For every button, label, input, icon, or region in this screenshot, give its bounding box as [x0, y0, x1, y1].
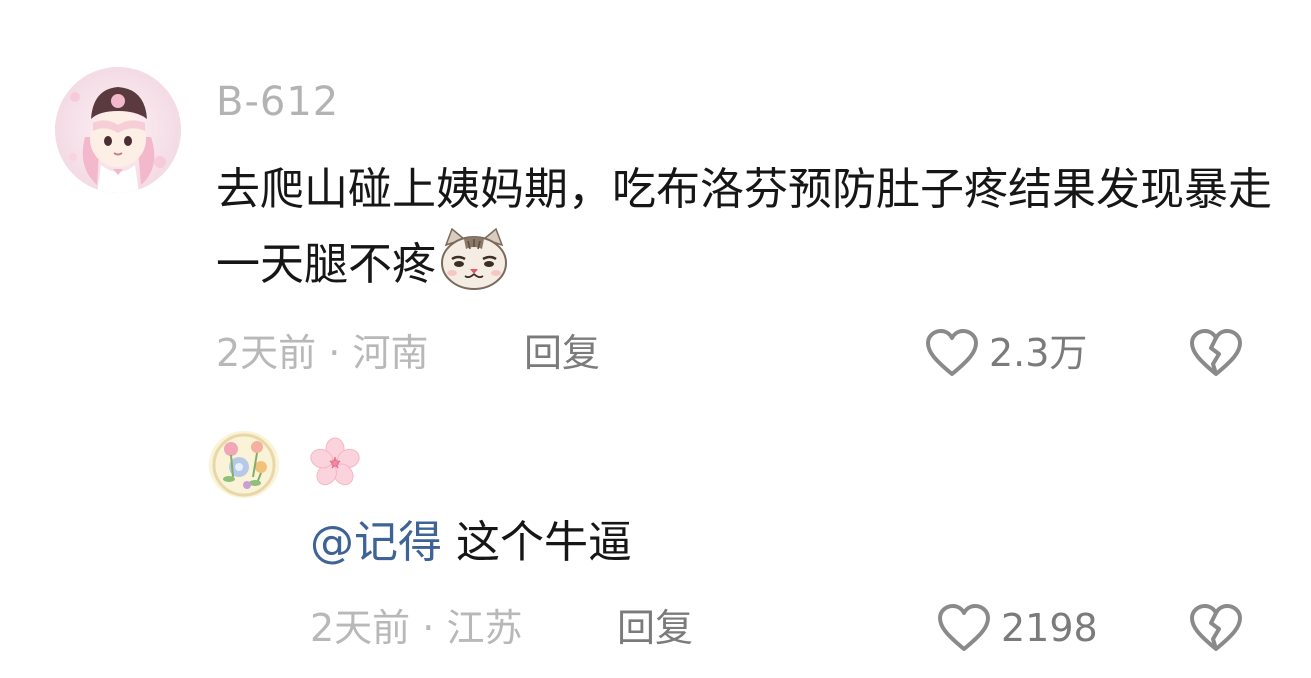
reply-body: @记得 这个牛逼 — [310, 513, 632, 573]
reply-avatar[interactable] — [209, 431, 279, 498]
flower-avatar-icon — [209, 431, 279, 498]
like-count: 2.3万 — [989, 331, 1088, 375]
comment-body: 去爬山碰上姨妈期，吃布洛芬预防肚子疼结果发现暴走一天腿不疼 — [216, 152, 1276, 302]
comment-thread: B-612 去爬山碰上姨妈期，吃布洛芬预防肚子疼结果发现暴走一天腿不疼 2天前 … — [0, 0, 1311, 678]
reply-like-button[interactable]: 2198 — [937, 603, 1098, 653]
comment-meta: 2天前 · 河南 — [216, 328, 428, 378]
comment-time: 2天前 — [216, 331, 317, 375]
reply-text: 这个牛逼 — [442, 517, 632, 568]
meta-separator: · — [328, 331, 341, 375]
heart-outline-icon — [938, 604, 990, 651]
anime-girl-avatar-icon — [55, 67, 181, 193]
heart-outline-icon — [926, 329, 978, 376]
reply-reply-button[interactable]: 回复 — [617, 603, 693, 653]
cat-face-emoji-icon — [441, 227, 507, 290]
comment-text: 去爬山碰上姨妈期，吃布洛芬预防肚子疼结果发现暴走一天腿不疼 — [216, 164, 1272, 290]
sakura-flower-icon[interactable] — [309, 437, 361, 489]
meta-separator: · — [422, 606, 435, 650]
reply-like-count: 2198 — [1001, 606, 1098, 650]
reply-dislike-button[interactable] — [1189, 603, 1243, 657]
reply-meta: 2天前 · 江苏 — [310, 603, 522, 653]
mention-link[interactable]: @记得 — [310, 517, 442, 568]
avatar[interactable] — [55, 67, 181, 193]
broken-heart-icon — [1190, 329, 1242, 376]
reply-time: 2天前 — [310, 606, 411, 650]
comment-username[interactable]: B-612 — [216, 76, 339, 128]
reply-location: 江苏 — [446, 606, 523, 650]
dislike-button[interactable] — [1189, 328, 1243, 382]
like-button[interactable]: 2.3万 — [925, 328, 1087, 378]
comment-location: 河南 — [352, 331, 429, 375]
reply-button[interactable]: 回复 — [524, 328, 600, 378]
broken-heart-icon — [1190, 604, 1242, 651]
